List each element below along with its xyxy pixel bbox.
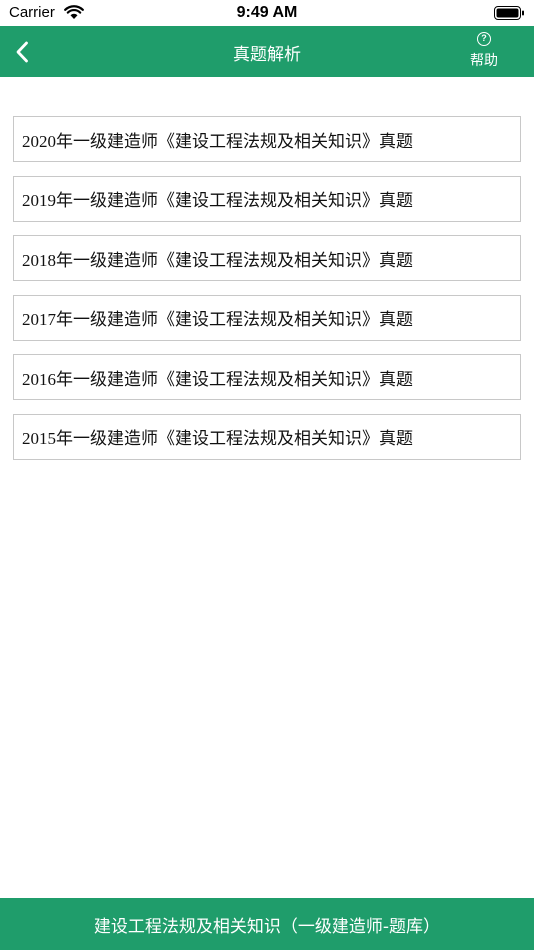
bottom-banner[interactable]: 建设工程法规及相关知识（一级建造师-题库） xyxy=(0,898,534,950)
exam-list: 2020年一级建造师《建设工程法规及相关知识》真题 2019年一级建造师《建设工… xyxy=(13,116,521,473)
clock-time: 9:49 AM xyxy=(236,4,298,21)
page-title: 真题解析 xyxy=(233,45,301,65)
back-button[interactable] xyxy=(6,34,38,70)
exam-item-2016[interactable]: 2016年一级建造师《建设工程法规及相关知识》真题 xyxy=(13,354,521,400)
help-label: 帮助 xyxy=(470,53,498,69)
status-bar: Carrier 9:49 AM xyxy=(0,0,534,26)
navigation-bar: 真题解析 ? 帮助 xyxy=(0,26,534,77)
exam-item-2020[interactable]: 2020年一级建造师《建设工程法规及相关知识》真题 xyxy=(13,116,521,162)
exam-item-2019[interactable]: 2019年一级建造师《建设工程法规及相关知识》真题 xyxy=(13,175,521,222)
exam-item-2017[interactable]: 2017年一级建造师《建设工程法规及相关知识》真题 xyxy=(13,294,521,341)
exam-item-2018[interactable]: 2018年一级建造师《建设工程法规及相关知识》真题 xyxy=(13,235,521,281)
help-button[interactable]: ? 帮助 xyxy=(460,30,508,74)
chevron-left-icon xyxy=(16,41,28,63)
battery-icon xyxy=(494,6,524,20)
app-screen: Carrier 9:49 AM 真题解析 ? 帮助 2020年一级建造师《建设工… xyxy=(0,0,534,950)
question-circle-icon: ? xyxy=(477,32,491,46)
exam-item-2015[interactable]: 2015年一级建造师《建设工程法规及相关知识》真题 xyxy=(13,413,521,460)
